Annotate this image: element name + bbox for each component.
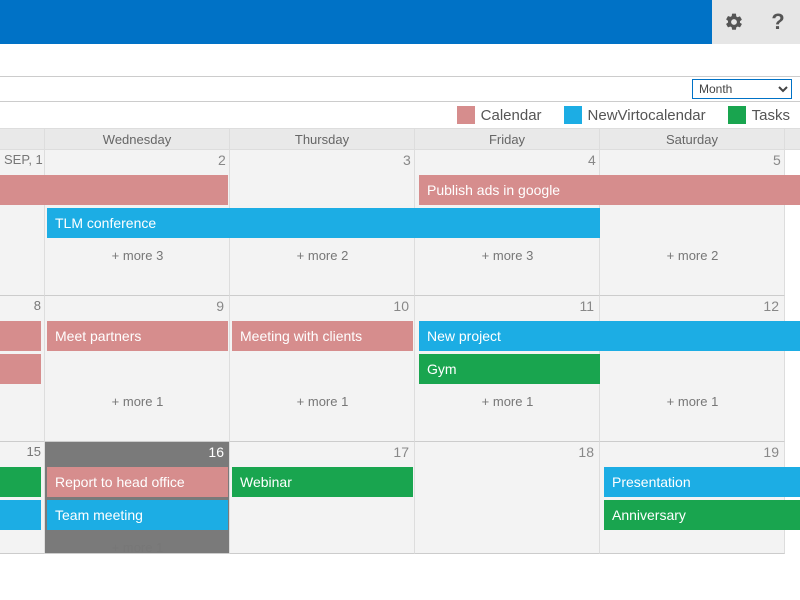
calendar-event[interactable]: [0, 354, 41, 384]
calendar-week: 1516171819 Report to head officeWebinar Pr…: [0, 442, 800, 554]
calendar-event[interactable]: TLM conference: [47, 208, 600, 238]
calendar-event[interactable]: [0, 321, 41, 351]
legend-item-calendar[interactable]: Calendar: [457, 106, 542, 124]
day-number[interactable]: 11: [415, 296, 600, 316]
more-events-link: [600, 533, 785, 563]
day-number[interactable]: 12: [600, 296, 785, 316]
view-mode-select[interactable]: DayWeekMonthYear: [692, 79, 792, 99]
calendar-event[interactable]: [0, 500, 41, 530]
calendar-event[interactable]: Webinar: [232, 467, 413, 497]
more-events-link[interactable]: + more 2: [600, 241, 785, 271]
calendar-event[interactable]: Publish ads in google: [419, 175, 800, 205]
legend-swatch: [728, 106, 746, 124]
more-events-link[interactable]: + more 1: [415, 387, 600, 417]
more-events-link[interactable]: + more 3: [415, 241, 600, 271]
day-header: [0, 129, 45, 149]
more-events-link: [0, 387, 45, 417]
legend-item-tasks[interactable]: Tasks: [728, 106, 790, 124]
calendar-event[interactable]: Team meeting: [47, 500, 228, 530]
more-events-link: [0, 241, 45, 271]
legend-item-newvirto[interactable]: NewVirtocalendar: [564, 106, 706, 124]
calendar-event[interactable]: New project: [419, 321, 800, 351]
day-header: Wednesday: [45, 129, 230, 149]
day-number[interactable]: 10: [230, 296, 415, 316]
legend-swatch: [457, 106, 475, 124]
day-number[interactable]: 9: [45, 296, 230, 316]
day-number[interactable]: 17: [230, 442, 415, 462]
more-events-link: [230, 533, 415, 563]
calendar-week: 89101112 Meet partnersMeeting with client…: [0, 296, 800, 442]
day-number[interactable]: SEP, 1: [0, 150, 47, 170]
calendar-event[interactable]: Gym: [419, 354, 600, 384]
help-icon: ?: [771, 9, 784, 35]
legend: Calendar NewVirtocalendar Tasks: [0, 102, 800, 128]
day-header: Friday: [415, 129, 600, 149]
more-events-link[interactable]: + more 1: [45, 387, 230, 417]
calendar-event[interactable]: Presentation: [604, 467, 800, 497]
calendar-event[interactable]: Anniversary: [604, 500, 800, 530]
more-events-link[interactable]: + more 1: [230, 387, 415, 417]
calendar-week: SEP, 12345 Publish ads in googleTLM confe…: [0, 150, 800, 296]
gear-icon: [724, 12, 744, 32]
help-button[interactable]: ?: [756, 0, 800, 44]
more-events-link[interactable]: + more 1: [600, 387, 785, 417]
legend-label: NewVirtocalendar: [588, 107, 706, 124]
more-events-link: [415, 533, 600, 563]
day-number[interactable]: 16: [45, 442, 230, 462]
calendar-event[interactable]: [0, 175, 228, 205]
calendar: WednesdayThursdayFridaySaturday SEP, 123…: [0, 128, 800, 554]
spacer: [0, 44, 800, 76]
calendar-event[interactable]: Meeting with clients: [232, 321, 413, 351]
toolbar: DayWeekMonthYear: [0, 76, 800, 102]
settings-button[interactable]: [712, 0, 756, 44]
day-header: Saturday: [600, 129, 785, 149]
more-events-link[interactable]: + more 2: [230, 241, 415, 271]
calendar-event[interactable]: Meet partners: [47, 321, 228, 351]
calendar-event[interactable]: [0, 467, 41, 497]
legend-label: Calendar: [481, 107, 542, 124]
day-headers: WednesdayThursdayFridaySaturday: [0, 128, 800, 150]
day-number[interactable]: 5: [602, 150, 787, 170]
more-events-link[interactable]: + more 1: [45, 533, 230, 563]
day-header: Thursday: [230, 129, 415, 149]
day-number[interactable]: 18: [415, 442, 600, 462]
day-number[interactable]: 19: [600, 442, 785, 462]
top-bar-actions: ?: [712, 0, 800, 44]
calendar-grid: SEP, 12345 Publish ads in googleTLM confe…: [0, 150, 800, 554]
day-number[interactable]: 4: [417, 150, 602, 170]
day-number[interactable]: 8: [0, 296, 45, 316]
legend-swatch: [564, 106, 582, 124]
legend-label: Tasks: [752, 107, 790, 124]
more-events-link[interactable]: + more 3: [45, 241, 230, 271]
calendar-event[interactable]: Report to head office: [47, 467, 228, 497]
top-bar: ?: [0, 0, 800, 44]
day-number[interactable]: 2: [47, 150, 232, 170]
day-number[interactable]: 15: [0, 442, 45, 462]
more-events-link: [0, 533, 45, 563]
day-number[interactable]: 3: [232, 150, 417, 170]
